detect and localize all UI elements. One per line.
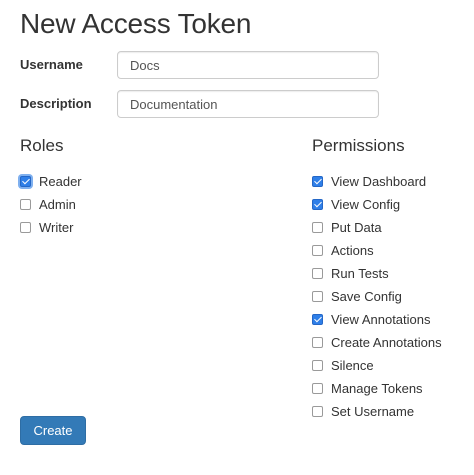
reader-label: Reader: [39, 174, 82, 189]
create-annotations-checkbox[interactable]: [312, 337, 323, 348]
reader-checkbox[interactable]: [20, 176, 31, 187]
manage-tokens-checkbox[interactable]: [312, 383, 323, 394]
permission-item-set-username[interactable]: Set Username: [312, 400, 442, 423]
permission-item-create-annotations[interactable]: Create Annotations: [312, 331, 442, 354]
permissions-list: View Dashboard View Config Put Data Acti…: [312, 170, 442, 423]
description-input[interactable]: [117, 90, 379, 118]
roles-heading: Roles: [20, 136, 64, 155]
roles-list: Reader Admin Writer: [20, 170, 82, 239]
put-data-label: Put Data: [331, 220, 382, 235]
role-item-writer[interactable]: Writer: [20, 216, 82, 239]
view-annotations-label: View Annotations: [331, 312, 431, 327]
put-data-checkbox[interactable]: [312, 222, 323, 233]
save-config-checkbox[interactable]: [312, 291, 323, 302]
permission-item-manage-tokens[interactable]: Manage Tokens: [312, 377, 442, 400]
create-button[interactable]: Create: [20, 416, 86, 445]
writer-checkbox[interactable]: [20, 222, 31, 233]
set-username-label: Set Username: [331, 404, 415, 419]
permission-item-put-data[interactable]: Put Data: [312, 216, 442, 239]
admin-label: Admin: [39, 197, 76, 212]
view-config-label: View Config: [331, 197, 401, 212]
silence-checkbox[interactable]: [312, 360, 323, 371]
permission-item-actions[interactable]: Actions: [312, 239, 442, 262]
run-tests-checkbox[interactable]: [312, 268, 323, 279]
actions-checkbox[interactable]: [312, 245, 323, 256]
silence-label: Silence: [331, 358, 374, 373]
username-input[interactable]: [117, 51, 379, 79]
page-title: New Access Token: [20, 8, 252, 39]
run-tests-label: Run Tests: [331, 266, 389, 281]
view-config-checkbox[interactable]: [312, 199, 323, 210]
permissions-heading: Permissions: [312, 136, 405, 155]
view-dashboard-label: View Dashboard: [331, 174, 427, 189]
username-label: Username: [20, 57, 83, 72]
view-annotations-checkbox[interactable]: [312, 314, 323, 325]
permission-item-run-tests[interactable]: Run Tests: [312, 262, 442, 285]
description-row: Description: [20, 90, 380, 118]
actions-label: Actions: [331, 243, 374, 258]
writer-label: Writer: [39, 220, 74, 235]
username-row: Username: [20, 51, 380, 79]
set-username-checkbox[interactable]: [312, 406, 323, 417]
permission-item-silence[interactable]: Silence: [312, 354, 442, 377]
description-label: Description: [20, 96, 92, 111]
permission-item-view-dashboard[interactable]: View Dashboard: [312, 170, 442, 193]
permission-item-view-config[interactable]: View Config: [312, 193, 442, 216]
role-item-admin[interactable]: Admin: [20, 193, 82, 216]
save-config-label: Save Config: [331, 289, 402, 304]
view-dashboard-checkbox[interactable]: [312, 176, 323, 187]
permission-item-save-config[interactable]: Save Config: [312, 285, 442, 308]
role-item-reader[interactable]: Reader: [20, 170, 82, 193]
create-annotations-label: Create Annotations: [331, 335, 442, 350]
admin-checkbox[interactable]: [20, 199, 31, 210]
manage-tokens-label: Manage Tokens: [331, 381, 423, 396]
permission-item-view-annotations[interactable]: View Annotations: [312, 308, 442, 331]
